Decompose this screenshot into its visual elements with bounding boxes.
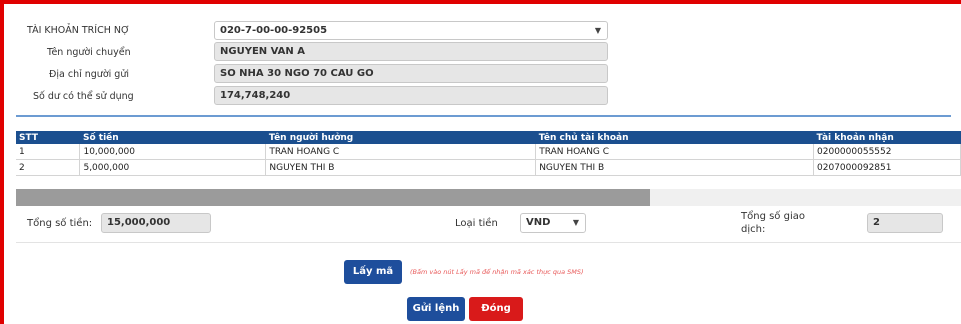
col-header-beneficiary: Tên người hưởng	[265, 131, 536, 144]
col-header-stt: STT	[16, 131, 80, 144]
currency-select[interactable]: VND ▼	[520, 213, 586, 233]
cell-stt: 2	[16, 159, 81, 176]
table-row[interactable]: 2 5,000,000 NGUYEN THI B NGUYEN THI B 02…	[16, 159, 961, 176]
summary-divider	[16, 242, 961, 243]
table-row[interactable]: 1 10,000,000 TRAN HOANG C TRAN HOANG C 0…	[16, 144, 961, 160]
total-amount-field: 15,000,000	[101, 213, 211, 233]
cell-amount: 5,000,000	[79, 159, 267, 176]
transfer-table: STT Số tiền Tên người hưởng Tên chủ tài …	[16, 131, 961, 176]
cell-beneficiary: TRAN HOANG C	[265, 144, 537, 160]
total-tx-label: Tổng số giao dịch:	[741, 210, 805, 236]
sender-address-field: SO NHA 30 NGO 70 CAU GO	[214, 64, 608, 83]
submit-button[interactable]: Gửi lệnh	[407, 297, 465, 321]
sender-name-field: NGUYEN VAN A	[214, 42, 608, 61]
debit-account-select[interactable]: 020-7-00-00-92505 ▼	[214, 21, 608, 40]
cell-account-holder: NGUYEN THI B	[535, 159, 815, 176]
sender-name-label: Tên người chuyển	[47, 47, 131, 58]
close-button[interactable]: Đóng	[469, 297, 523, 321]
horizontal-scrollbar-thumb[interactable]	[16, 189, 650, 206]
cell-stt: 1	[16, 144, 81, 160]
col-header-amount: Số tiền	[79, 131, 266, 144]
left-border	[0, 0, 4, 324]
cell-receiving-account: 0200000055552	[813, 144, 961, 160]
col-header-account-holder: Tên chủ tài khoản	[535, 131, 814, 144]
cell-amount: 10,000,000	[79, 144, 267, 160]
cell-account-holder: TRAN HOANG C	[535, 144, 815, 160]
debit-account-value: 020-7-00-00-92505	[220, 25, 328, 36]
table-header-row: STT Số tiền Tên người hưởng Tên chủ tài …	[16, 131, 961, 144]
section-divider	[16, 115, 951, 117]
total-tx-label-line1: Tổng số giao	[741, 211, 805, 222]
get-code-note: (Bấm vào nút Lấy mã để nhận mã xác thực …	[410, 268, 584, 276]
cell-receiving-account: 0207000092851	[813, 159, 961, 176]
total-tx-label-line2: dịch:	[741, 224, 766, 235]
currency-label: Loại tiền	[455, 218, 498, 229]
dropdown-arrow-icon: ▼	[594, 26, 601, 35]
balance-label: Số dư có thể sử dụng	[33, 91, 134, 102]
col-header-receiving-account: Tài khoản nhận	[813, 131, 961, 144]
total-amount-label: Tổng số tiền:	[27, 218, 93, 229]
dropdown-arrow-icon: ▼	[572, 218, 579, 227]
sender-address-label: Địa chỉ người gửi	[49, 69, 129, 80]
total-tx-field: 2	[867, 213, 943, 233]
debit-account-label: TÀI KHOẢN TRÍCH NỢ	[27, 25, 130, 36]
top-border	[0, 0, 961, 4]
balance-field: 174,748,240	[214, 86, 608, 105]
currency-value: VND	[526, 217, 551, 228]
cell-beneficiary: NGUYEN THI B	[265, 159, 537, 176]
get-code-button[interactable]: Lấy mã	[344, 260, 402, 284]
